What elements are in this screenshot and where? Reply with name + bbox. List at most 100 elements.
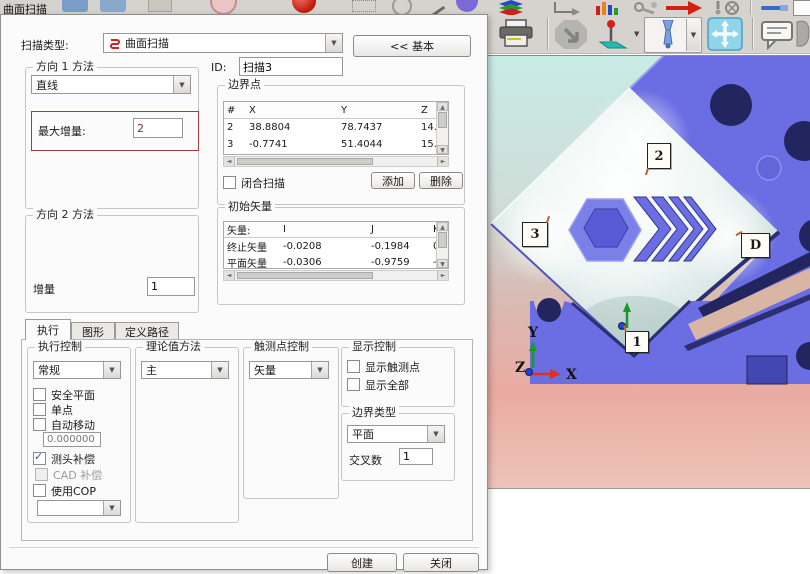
scan-type-dropdown[interactable]: 曲面扫描 ▼ xyxy=(103,33,343,53)
execution-mode-dropdown[interactable]: 常规 ▼ xyxy=(33,361,121,379)
id-label: ID: xyxy=(211,61,226,74)
vertical-scrollbar[interactable]: ▲▼ xyxy=(436,102,448,154)
histogram-icon[interactable] xyxy=(594,0,622,15)
feature-marker-D[interactable]: D xyxy=(741,233,770,258)
blue-tool-icon-2[interactable] xyxy=(100,0,126,12)
scroll-left-icon[interactable]: ◄ xyxy=(224,157,235,166)
chevron-down-icon[interactable]: ▼ xyxy=(103,501,120,515)
table-row[interactable]: 3 -0.7741 51.4044 15.755 xyxy=(224,136,448,153)
closed-scan-checkbox[interactable] xyxy=(223,176,236,189)
close-button[interactable]: 关闭 xyxy=(403,553,479,572)
add-button[interactable]: 添加 xyxy=(371,172,415,189)
blank-page-icon[interactable] xyxy=(793,0,810,16)
chevron-down-icon[interactable]: ▼ xyxy=(634,30,639,38)
table-row[interactable]: 终止矢量 -0.0208 -0.1984 0 xyxy=(224,238,448,254)
boundary-points-table[interactable]: # X Y Z 2 38.8804 78.7437 14.376 3 -0.77… xyxy=(223,101,449,155)
scroll-down-icon[interactable]: ▼ xyxy=(437,259,448,268)
layers-icon[interactable] xyxy=(497,0,529,15)
stop-alignment-icon[interactable] xyxy=(553,19,591,49)
use-cop-checkbox[interactable] xyxy=(33,484,46,497)
show-hits-row[interactable]: 显示触测点 xyxy=(347,359,420,375)
scroll-right-icon[interactable]: ► xyxy=(437,157,448,166)
boundary-type-dropdown[interactable]: 平面 ▼ xyxy=(347,425,445,443)
show-all-checkbox[interactable] xyxy=(347,378,360,391)
scrollbar-thumb[interactable] xyxy=(438,232,447,248)
chevron-down-icon[interactable]: ▼ xyxy=(325,34,342,52)
use-cop-row[interactable]: 使用COP xyxy=(33,483,96,499)
execution-control-title: 执行控制 xyxy=(35,340,85,354)
single-point-checkbox[interactable] xyxy=(33,403,46,416)
probe-config-icon[interactable] xyxy=(712,0,742,15)
max-increment-input[interactable] xyxy=(133,118,183,138)
feature-marker-2[interactable]: 2 xyxy=(647,143,671,169)
tab-graphics[interactable]: 图形 xyxy=(71,322,115,340)
show-hits-checkbox[interactable] xyxy=(347,360,360,373)
safety-plane-row[interactable]: 安全平面 xyxy=(33,387,95,403)
probe-tool-icon[interactable] xyxy=(632,0,660,15)
comment-icon[interactable] xyxy=(760,20,796,50)
red-arrow-icon[interactable] xyxy=(664,0,704,15)
chevron-down-icon[interactable]: ▼ xyxy=(311,362,328,378)
cop-dropdown[interactable]: ▼ xyxy=(37,500,121,516)
tab-define-path[interactable]: 定义路径 xyxy=(115,322,179,340)
probe-plane-icon[interactable] xyxy=(594,18,632,50)
show-all-row[interactable]: 显示全部 xyxy=(347,377,409,393)
print-icon[interactable] xyxy=(496,19,538,49)
scrollbar-thumb[interactable] xyxy=(237,158,373,165)
initial-vector-table[interactable]: 矢量: I J K 终止矢量 -0.0208 -0.1984 0 平面矢量 -0… xyxy=(223,221,449,269)
scroll-right-icon[interactable]: ► xyxy=(437,271,448,280)
blue-tool-icon[interactable] xyxy=(62,0,88,12)
lasso-icon[interactable] xyxy=(795,18,810,51)
chevron-down-icon[interactable]: ▼ xyxy=(686,19,700,51)
gray-tool-icon[interactable] xyxy=(148,0,172,12)
feature-marker-3[interactable]: 3 xyxy=(522,222,548,247)
scroll-left-icon[interactable]: ◄ xyxy=(224,271,235,280)
vertical-scrollbar[interactable]: ▲▼ xyxy=(436,222,448,268)
gray-grid-icon[interactable] xyxy=(352,0,376,12)
delete-button[interactable]: 删除 xyxy=(419,172,463,189)
graphics-viewport[interactable]: Y Z X 2 3 D 1 xyxy=(488,55,810,489)
probe-comp-row[interactable]: ✓ 测头补偿 xyxy=(33,451,95,467)
purple-circle-icon[interactable] xyxy=(456,0,478,12)
direction2-group-title: 方向 2 方法 xyxy=(33,208,97,222)
direction1-method-dropdown[interactable]: 直线 ▼ xyxy=(31,75,191,94)
auto-move-distance-input[interactable] xyxy=(43,432,101,447)
table-row[interactable]: 平面矢量 -0.0306 -0.9759 - xyxy=(224,254,448,269)
chevron-down-icon[interactable]: ▼ xyxy=(211,362,228,378)
vector-arrow-icon[interactable] xyxy=(552,0,582,15)
hit-control-dropdown[interactable]: 矢量 ▼ xyxy=(249,361,329,379)
probe-comp-checkbox[interactable]: ✓ xyxy=(33,452,46,465)
probe-icon xyxy=(659,20,677,49)
cad-comp-checkbox xyxy=(35,468,48,481)
increment-input[interactable] xyxy=(147,277,195,296)
auto-move-checkbox[interactable] xyxy=(33,418,46,431)
nominals-method-dropdown[interactable]: 主 ▼ xyxy=(141,361,229,379)
red-sphere-icon[interactable] xyxy=(292,0,316,13)
auto-move-row[interactable]: 自动移动 xyxy=(33,417,95,433)
closed-scan-checkbox-row[interactable]: 闭合扫描 xyxy=(223,175,285,191)
basic-toggle-button[interactable]: << 基本 xyxy=(353,35,471,57)
table-row[interactable]: 2 38.8804 78.7437 14.376 xyxy=(224,119,448,136)
tab-execute[interactable]: 执行 xyxy=(25,319,71,340)
pink-circle-icon[interactable] xyxy=(210,0,237,15)
horizontal-scrollbar[interactable]: ◄► xyxy=(223,156,449,167)
scroll-down-icon[interactable]: ▼ xyxy=(437,145,448,154)
scrollbar-thumb[interactable] xyxy=(438,112,447,128)
measure-line-icon[interactable] xyxy=(760,0,790,15)
chevron-down-icon[interactable]: ▼ xyxy=(103,362,120,378)
crossings-input[interactable] xyxy=(399,448,433,465)
id-input[interactable] xyxy=(239,57,343,76)
create-button[interactable]: 创建 xyxy=(327,553,397,572)
feature-marker-1[interactable]: 1 xyxy=(625,331,649,353)
horizontal-scrollbar[interactable]: ◄► xyxy=(223,270,449,281)
chevron-down-icon[interactable]: ▼ xyxy=(173,76,190,93)
pan-view-icon[interactable] xyxy=(707,17,743,51)
scroll-up-icon[interactable]: ▲ xyxy=(437,222,448,231)
scrollbar-thumb[interactable] xyxy=(237,272,373,279)
scroll-up-icon[interactable]: ▲ xyxy=(437,102,448,111)
single-point-row[interactable]: 单点 xyxy=(33,402,73,418)
chevron-down-icon[interactable]: ▼ xyxy=(427,426,444,442)
probe-mode-dropdown[interactable]: ▼ xyxy=(644,17,702,53)
safety-plane-checkbox[interactable] xyxy=(33,388,46,401)
application-window: { "app": { "colors": { "part_blue": "#6b… xyxy=(0,0,810,574)
